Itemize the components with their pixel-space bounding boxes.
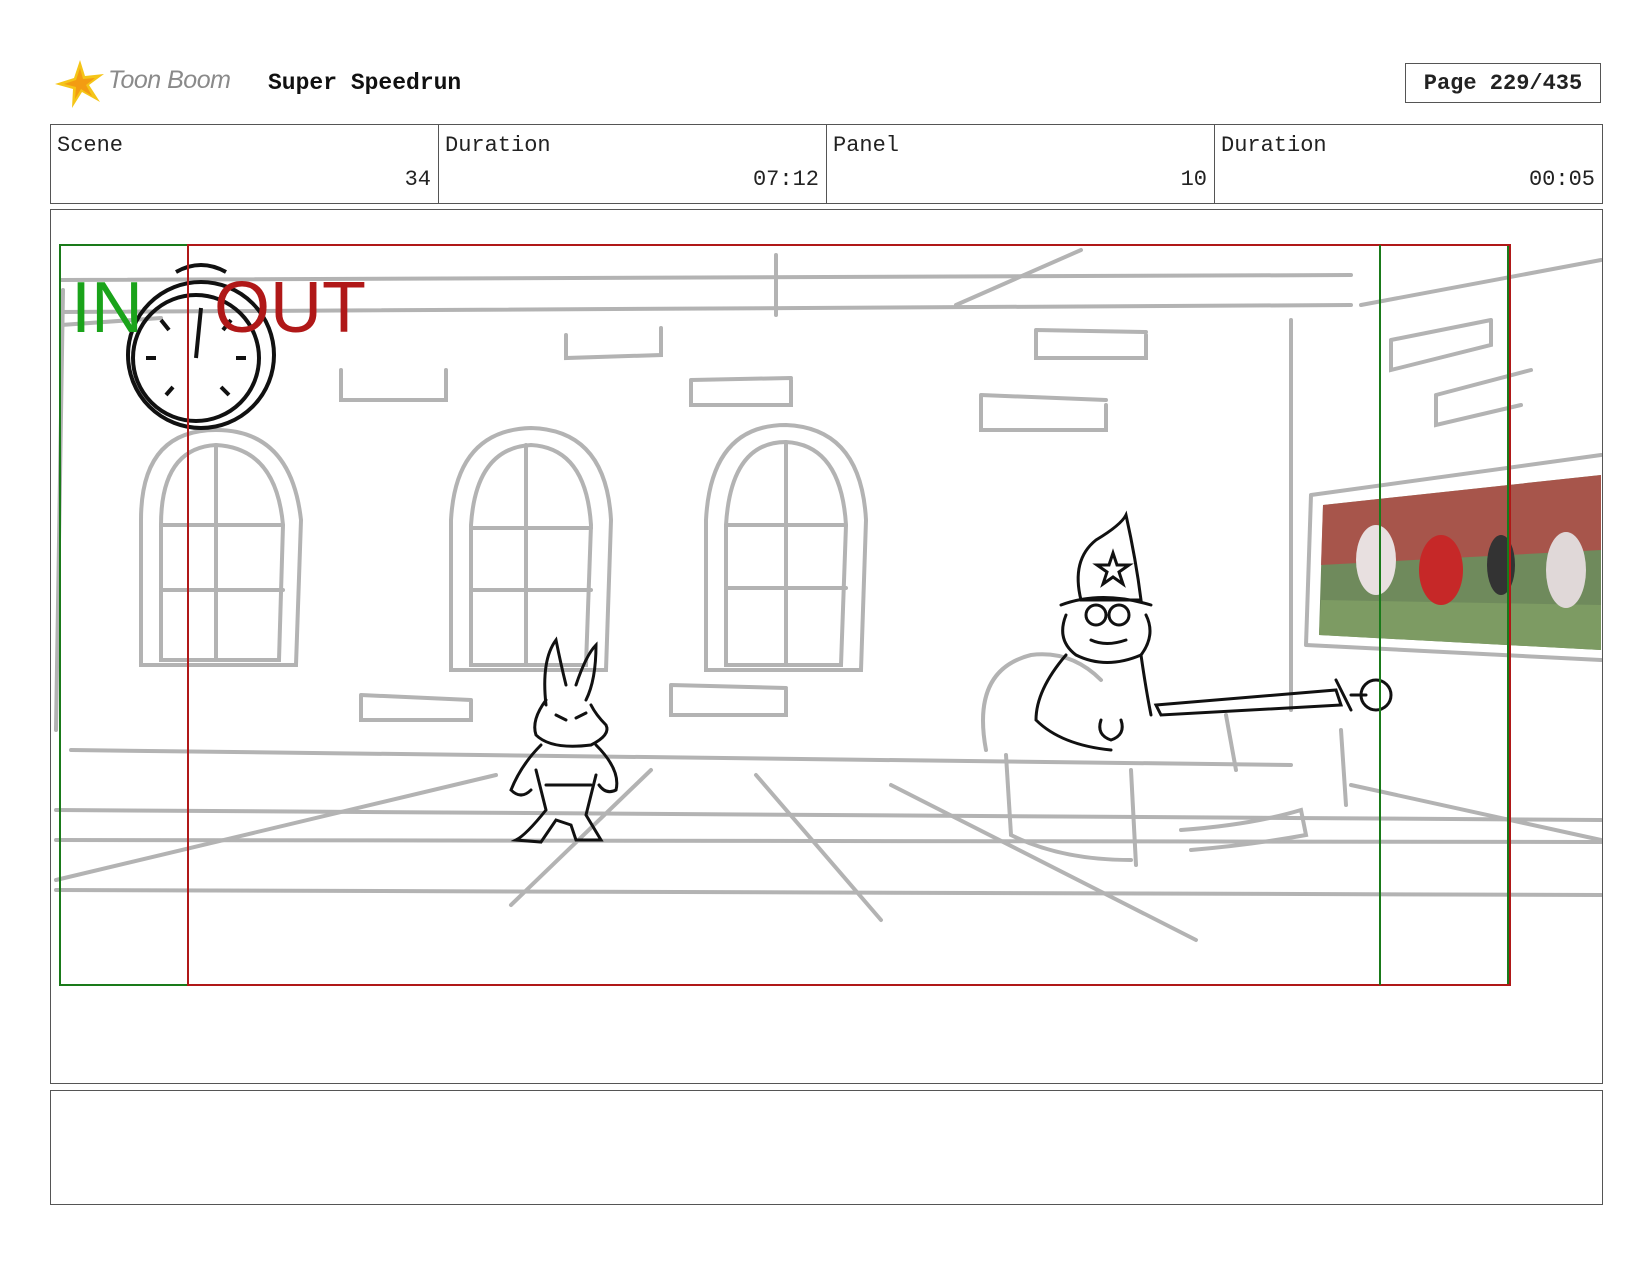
floor-diagonal: [754, 773, 883, 922]
floor-line: [54, 888, 1602, 897]
ceiling-line-right: [1359, 258, 1602, 307]
floor-line: [69, 748, 1293, 767]
scene-duration-label: Duration: [445, 133, 551, 158]
floor-diagonal: [54, 773, 498, 882]
page-indicator: Page 229/435: [1405, 63, 1601, 103]
brick: [979, 393, 1108, 432]
brick: [1389, 318, 1493, 373]
brick: [564, 326, 663, 361]
toon-boom-logo: Toon Boom: [52, 56, 252, 112]
panel-duration-label: Duration: [1221, 133, 1327, 158]
panel-duration-cell: Duration 00:05: [1215, 125, 1602, 203]
in-marker: IN: [71, 268, 143, 348]
storyboard-panel: IN OUT: [50, 209, 1603, 1084]
side-table: [1224, 713, 1348, 807]
scene-value: 34: [404, 167, 431, 192]
chair-base: [1004, 753, 1133, 862]
panel-duration-value: 00:05: [1528, 167, 1595, 192]
floor-diagonal: [1349, 783, 1602, 842]
window-right: [704, 422, 869, 672]
floor-diagonal: [889, 783, 1198, 942]
logo-text: Toon Boom: [108, 66, 231, 94]
scene-duration-cell: Duration 07:12: [439, 125, 827, 203]
out-marker: OUT: [214, 268, 366, 348]
floor-line: [54, 808, 1602, 822]
brick: [1434, 368, 1533, 428]
scene-cell: Scene 34: [51, 125, 439, 203]
toon-boom-star-icon: [55, 60, 104, 108]
tv-screen-image: [1319, 475, 1601, 650]
star-icon: [1092, 548, 1134, 588]
brick: [359, 693, 473, 722]
brick: [689, 376, 793, 407]
out-frame-guide: [187, 244, 1511, 986]
window-left: [139, 427, 304, 667]
chair-back: [981, 652, 1103, 752]
floor-line: [54, 838, 1602, 844]
panel-cell: Panel 10: [827, 125, 1215, 203]
brick: [669, 683, 788, 717]
scene-label: Scene: [57, 133, 124, 158]
brick: [339, 368, 448, 402]
brick: [1034, 328, 1148, 360]
panel-label: Panel: [833, 133, 900, 158]
project-title: Super Speedrun: [268, 70, 462, 96]
scene-duration-value: 07:12: [752, 167, 819, 192]
panel-value: 10: [1180, 167, 1207, 192]
info-row: Scene 34 Duration 07:12 Panel 10 Duratio…: [50, 124, 1603, 204]
notes-box[interactable]: [50, 1090, 1603, 1205]
window-middle: [449, 425, 614, 672]
